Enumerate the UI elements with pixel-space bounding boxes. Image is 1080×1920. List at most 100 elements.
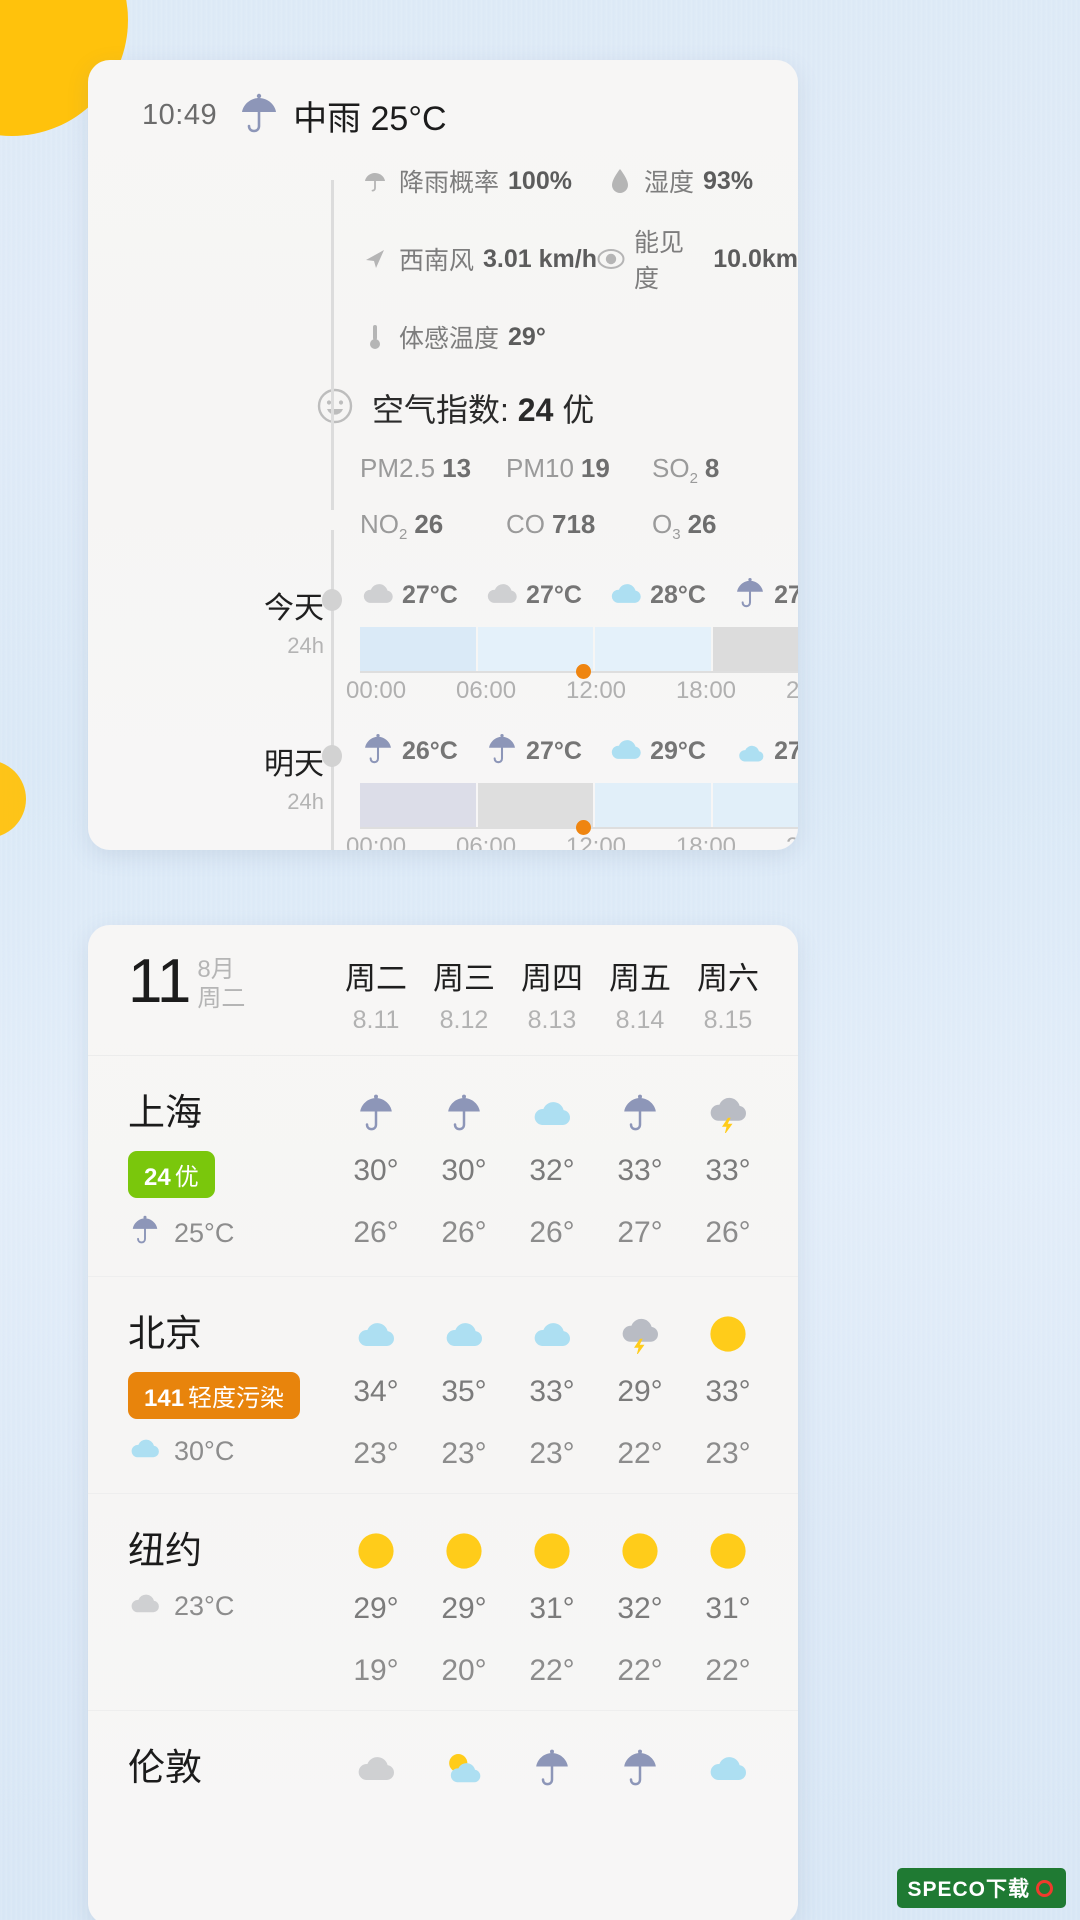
aqi-level: 优 — [562, 392, 595, 428]
pollutant-row: PM2.5 13 PM10 19 SO2 8 — [360, 453, 798, 487]
cloud-blue-icon — [332, 1303, 420, 1365]
day-high-temp: 31° — [529, 1592, 575, 1625]
cloud-grey-icon — [360, 578, 396, 613]
hour-forecast: 27°C — [484, 731, 582, 772]
weather-detail-card[interactable]: 10:49 中雨 25°C 降雨概率 100% 湿度 93% 西南风 3.01 … — [88, 60, 798, 850]
city-day-cell: 29° 22° — [596, 1303, 684, 1471]
city-day-cell: 30° 26° — [332, 1082, 420, 1254]
hourly-day-row[interactable]: 今天 24h 27°C 27°C 28°C 27°C 00:00 06:00 12:… — [88, 565, 798, 721]
hour-forecast: 28°C — [608, 575, 706, 616]
time-label: 06:00 — [455, 677, 517, 705]
city-row[interactable]: 伦敦 — [88, 1711, 798, 1849]
city-info: 北京 141 轻度污染 30°C — [114, 1303, 332, 1471]
moon-cloud-icon — [732, 734, 768, 771]
hour-bar — [360, 627, 476, 672]
day-low-temp: 27° — [617, 1216, 663, 1249]
day-low-temp: 22° — [617, 1437, 663, 1470]
city-name: 上海 — [128, 1092, 202, 1133]
column-date: 8.12 — [439, 1006, 489, 1034]
column-weekday: 周三 — [433, 961, 495, 996]
pollutant-value: 19 — [580, 453, 610, 483]
metric-value: 93% — [703, 166, 754, 195]
day-name: 明天 — [264, 748, 324, 782]
city-day-cell — [684, 1737, 772, 1827]
cloud-blue-icon — [128, 1434, 162, 1469]
sun-icon — [420, 1520, 508, 1582]
city-day-cell: 35° 23° — [420, 1303, 508, 1471]
cloud-blue-icon — [420, 1303, 508, 1365]
cities-header: 11 8月 周二 周二 8.11 周三 8.12 周四 8.13 周五 8.14 周六 … — [88, 925, 798, 1056]
aqi-badge-level: 优 — [174, 1164, 199, 1191]
city-row[interactable]: 上海 24优 25°C 30° 26° 30° 26° 32° 26° 33° — [88, 1056, 798, 1277]
day-low-temp: 23° — [353, 1437, 399, 1470]
metrics-block: 降雨概率 100% 湿度 93% 西南风 3.01 km/h 能见度 10.0k… — [88, 163, 798, 355]
city-day-cell: 31° 22° — [508, 1520, 596, 1688]
pollutant-name: CO — [506, 509, 545, 540]
day-high-temp: 29° — [617, 1375, 663, 1408]
date-day-number: 11 — [128, 947, 191, 1016]
day-high-temp: 33° — [705, 1375, 751, 1408]
city-info: 伦敦 — [114, 1737, 332, 1827]
pollutant-co: CO 718 — [506, 509, 652, 543]
city-day-cell: 32° 22° — [596, 1520, 684, 1688]
watermark-text: SPECO下载 — [907, 1878, 1030, 1901]
city-current-temp: 30°C — [174, 1436, 235, 1466]
column-date: 8.14 — [615, 1006, 665, 1034]
hour-temp: 27°C — [774, 581, 798, 610]
hour-temp: 28°C — [650, 581, 706, 610]
city-info: 纽约 23°C — [114, 1520, 332, 1688]
time-label: 00:00 — [346, 677, 407, 705]
cities-forecast-card[interactable]: 11 8月 周二 周二 8.11 周三 8.12 周四 8.13 周五 8.14 周六 … — [88, 925, 798, 1920]
umbrella-rain-icon — [732, 575, 768, 616]
hour-temp: 27°C — [526, 737, 582, 766]
forecast-column-header: 周五 8.14 — [596, 953, 684, 1035]
metric-value: 100% — [508, 166, 572, 195]
city-forecast-cells — [332, 1737, 772, 1827]
metric-value: 29° — [508, 322, 546, 351]
sun-icon — [508, 1520, 596, 1582]
city-current-temp: 23°C — [174, 1591, 235, 1621]
pollutant-o3: O3 26 — [652, 509, 798, 543]
city-name: 伦敦 — [128, 1747, 202, 1788]
metric-precipitation: 降雨概率 100% — [360, 163, 605, 199]
pollutant-value: 13 — [442, 453, 472, 483]
aqi-badge: 141 轻度污染 — [128, 1372, 301, 1419]
column-date: 8.15 — [703, 1006, 753, 1034]
aqi-badge-value: 141 — [144, 1385, 185, 1412]
day-low-temp: 26° — [529, 1216, 575, 1249]
day-low-temp: 19° — [353, 1654, 399, 1687]
cloud-grey-icon — [332, 1737, 420, 1799]
hourly-day-rows: 今天 24h 27°C 27°C 28°C 27°C 00:00 06:00 12:… — [88, 565, 798, 850]
thunderstorm-icon — [684, 1082, 772, 1144]
pollutant-pm10: PM10 19 — [506, 453, 652, 487]
day-low-temp: 22° — [617, 1654, 663, 1687]
hourly-day-row[interactable]: 明天 24h 26°C 27°C 29°C 27°C 00:00 06:00 12:… — [88, 721, 798, 850]
hour-temp: 27°C — [526, 581, 582, 610]
hour-forecast: 27°C — [732, 731, 798, 772]
city-row[interactable]: 纽约 23°C 29° 19° 29° 20° 31° 22° 32° 22° … — [88, 1494, 798, 1711]
time-label: 00:00 — [346, 833, 407, 850]
day-high-temp: 33° — [617, 1154, 663, 1187]
aqi-badge: 24 优 — [128, 1151, 215, 1198]
day-label: 明天 24h — [238, 739, 324, 815]
hour-temp: 27°C — [774, 737, 798, 766]
day-low-temp: 23° — [441, 1437, 487, 1470]
air-quality-row[interactable]: 空气指数: 24 优 — [88, 385, 798, 431]
day-high-temp: 35° — [441, 1375, 487, 1408]
hour-forecast: 27°C — [360, 575, 458, 616]
smiley-face-icon — [316, 387, 354, 430]
city-name: 北京 — [128, 1313, 202, 1354]
time-label: 12:00 — [565, 833, 627, 850]
hour-bar — [360, 783, 476, 828]
column-weekday: 周五 — [609, 961, 671, 996]
cloud-blue-icon — [684, 1737, 772, 1799]
metric-feels-like: 体感温度 29° — [360, 319, 605, 355]
pollutant-row: NO2 26 CO 718 O3 26 — [360, 509, 798, 543]
city-row[interactable]: 北京 141 轻度污染 30°C 34° 23° 35° 23° 33° 23° 2 — [88, 1277, 798, 1494]
metric-label: 能见度 — [634, 229, 685, 293]
pollutant-name: PM2.5 — [360, 453, 436, 483]
pollutant-name: PM10 — [506, 453, 574, 483]
timeline-rail-top — [331, 180, 334, 510]
metric-row: 西南风 3.01 km/h 能见度 10.0km — [360, 223, 798, 295]
forecast-column-header: 周二 8.11 — [332, 953, 420, 1035]
